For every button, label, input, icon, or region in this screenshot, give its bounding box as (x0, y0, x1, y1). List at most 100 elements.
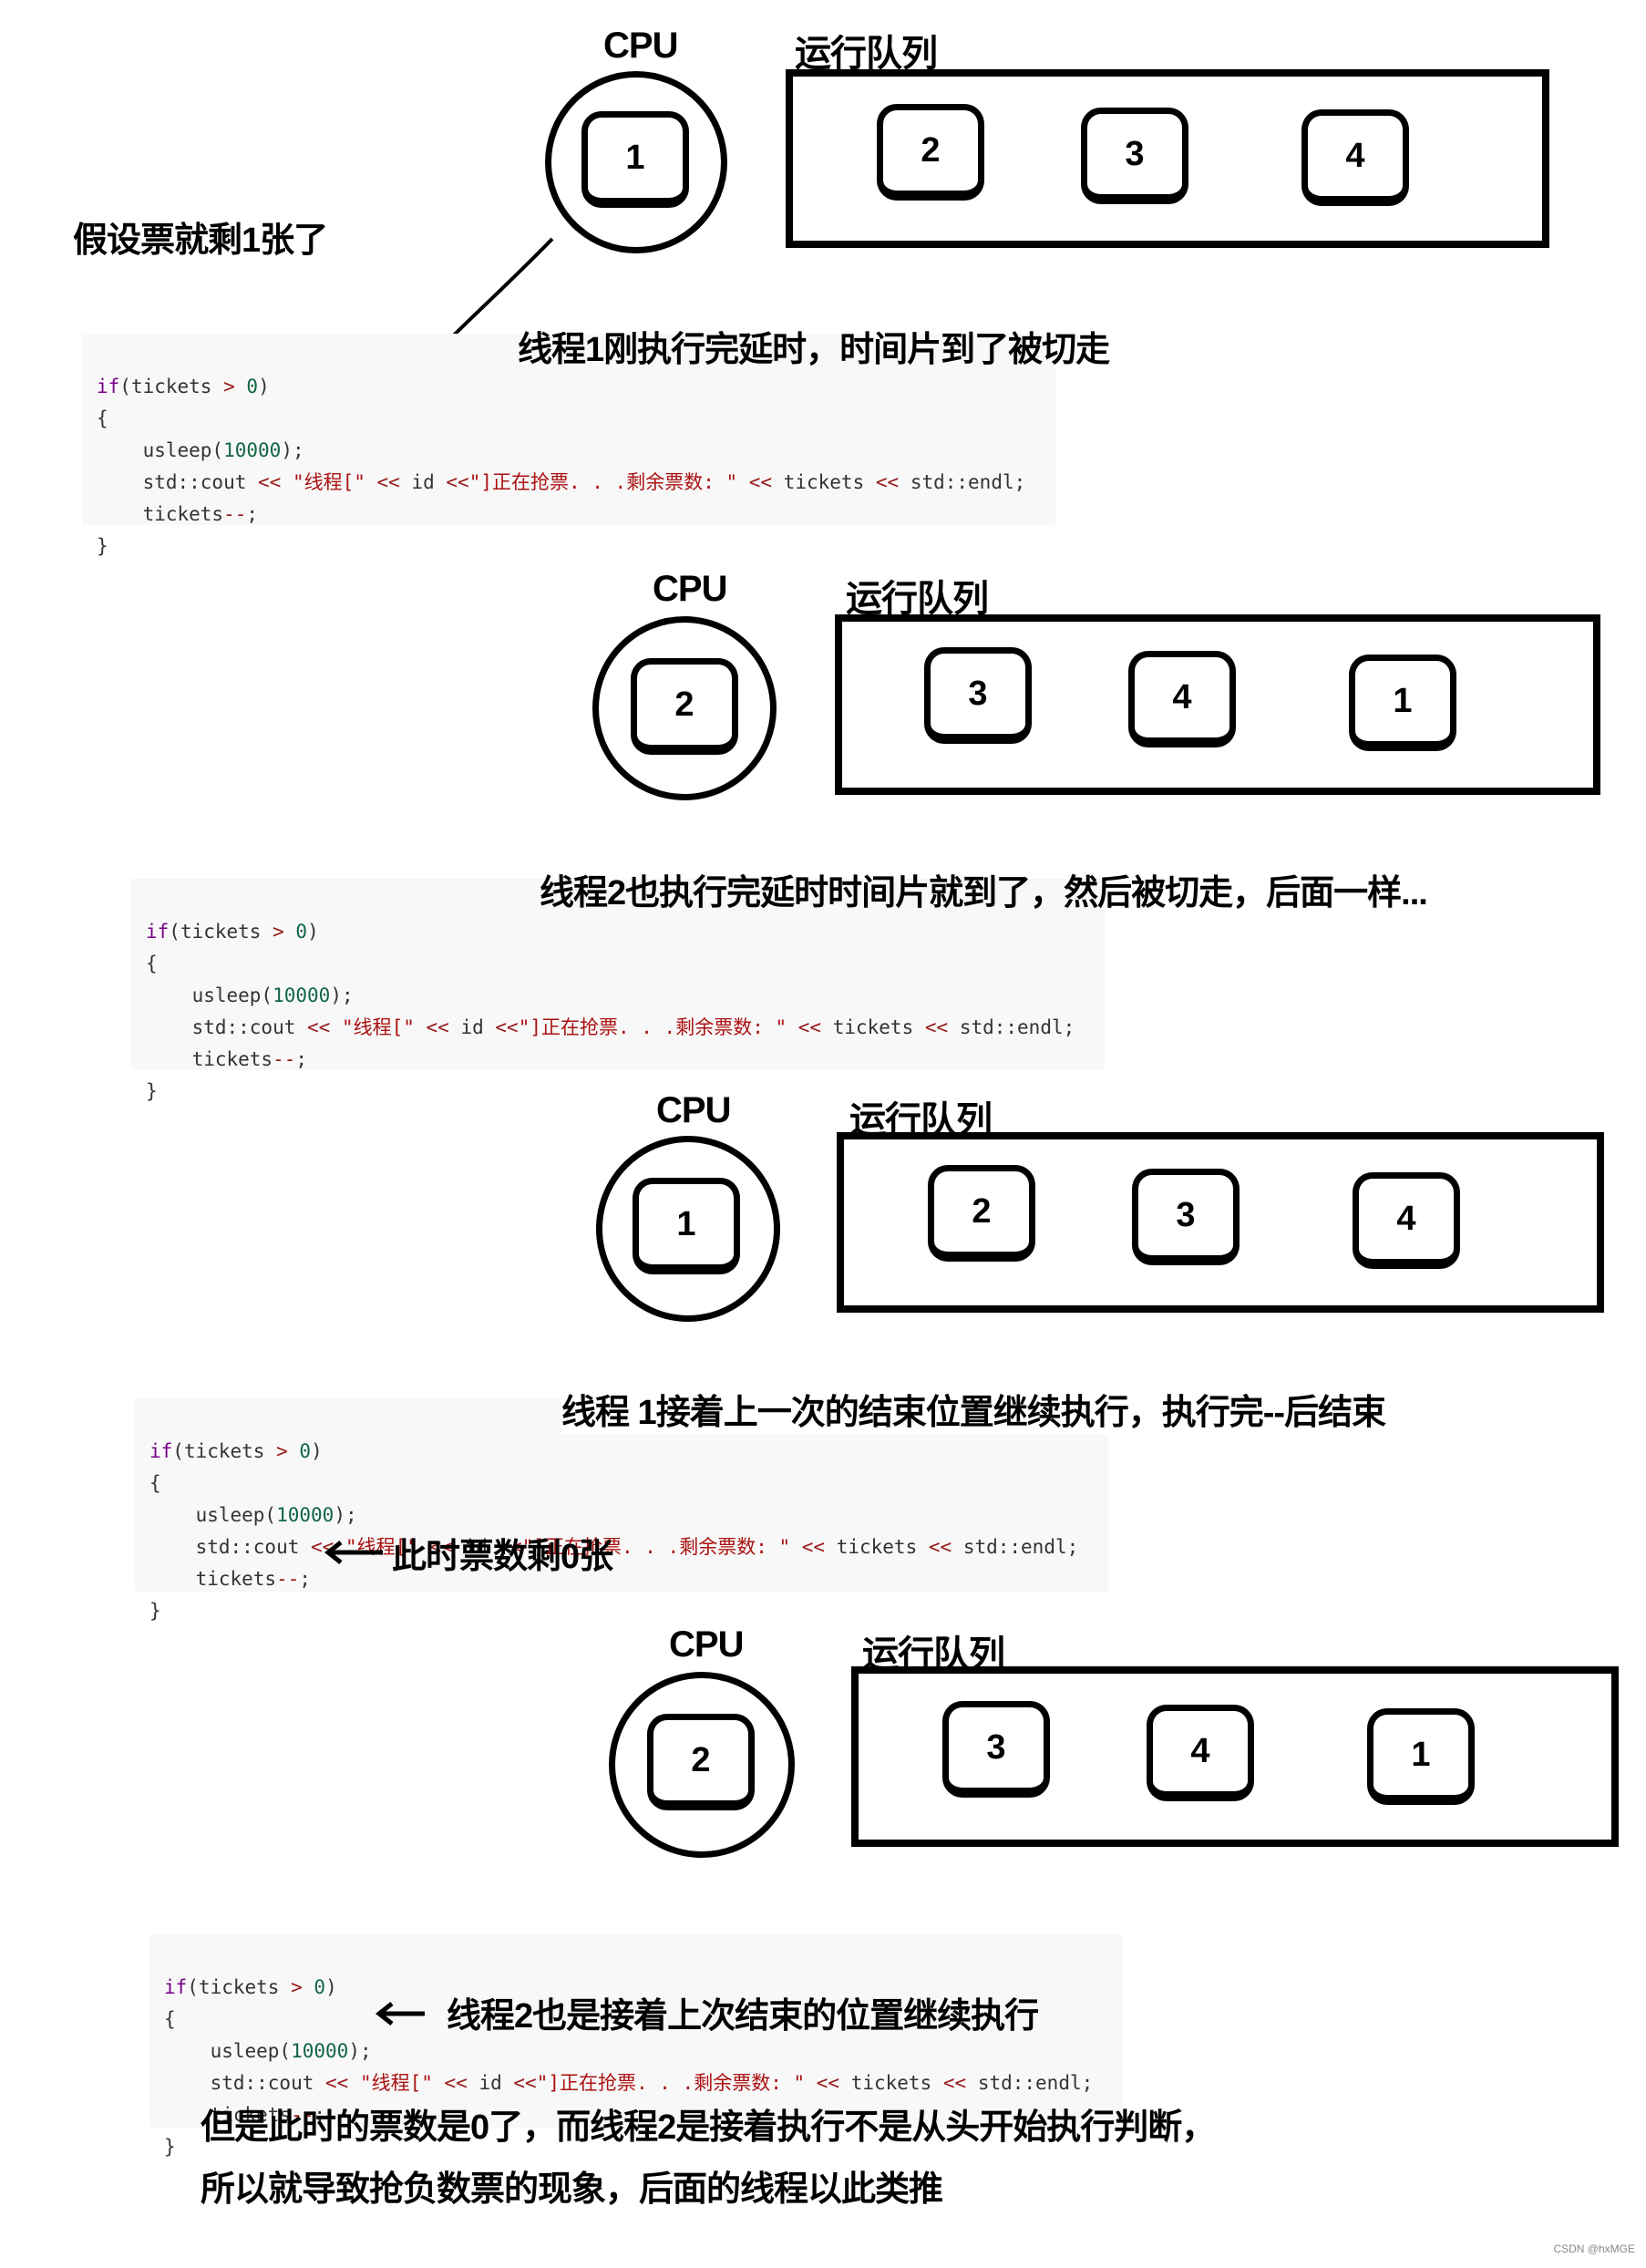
code-token: << (816, 2072, 840, 2094)
code-token: { (164, 2008, 176, 2030)
cpu-label: CPU (653, 569, 727, 609)
code-token: -- (223, 503, 247, 525)
code-token: tickets (839, 2072, 943, 2094)
code-token: << (325, 2072, 349, 2094)
code-token: (tickets (172, 1440, 277, 1462)
code-token: id (467, 2072, 514, 2094)
code-token: 10000 (276, 1504, 334, 1526)
inline-note: 线程2也是接着上次结束的位置继续执行 (447, 1997, 1039, 2036)
code-token: std::endl; (952, 1536, 1079, 1558)
code-token: ); (330, 985, 354, 1006)
code-token: if (149, 1440, 173, 1462)
code-token: usleep( (191, 985, 273, 1006)
code-token: ); (281, 439, 304, 461)
queue-thread-box: 4 (1147, 1705, 1254, 1801)
code-token: (tickets (119, 376, 224, 397)
queue-thread-box: 4 (1353, 1172, 1460, 1269)
code-token: "线程[" (348, 2072, 445, 2094)
code-token: tickets (825, 1536, 929, 1558)
code-token: (tickets (169, 921, 273, 943)
code-token: -- (276, 1568, 300, 1590)
code-token: if (97, 376, 120, 397)
code-token: { (146, 953, 158, 974)
code-token: 0 (299, 1440, 312, 1462)
code-token: > (223, 376, 235, 397)
code-token: std::endl; (899, 471, 1026, 493)
code-token: > (273, 921, 284, 943)
queue-thread-box: 2 (928, 1165, 1035, 1262)
queue-thread-box: 3 (942, 1701, 1050, 1798)
code-token: usleep( (210, 2040, 292, 2062)
code-token: << (748, 471, 773, 493)
code-token: "]正在抢票. . .剩余票数: " (468, 471, 749, 493)
code-token: -- (273, 1048, 296, 1070)
code-token: usleep( (142, 439, 224, 461)
code-token: "线程[" (281, 471, 377, 493)
code-token: << (924, 1016, 949, 1038)
code-token: ; (299, 1568, 312, 1590)
code-token: << (797, 1016, 822, 1038)
code-token: ); (334, 1504, 357, 1526)
code-token: "线程[" (330, 1016, 427, 1038)
queue-thread-box: 1 (1349, 655, 1456, 751)
code-token: } (146, 1080, 158, 1102)
code-token: << (875, 471, 900, 493)
cpu-thread-box: 2 (631, 658, 738, 755)
code-token: ; (295, 1048, 308, 1070)
code-token: tickets (195, 1568, 277, 1590)
code-token: << (258, 471, 282, 493)
code-token: id (399, 471, 447, 493)
code-token: 10000 (273, 985, 331, 1006)
queue-thread-box: 1 (1367, 1708, 1475, 1805)
code-token: ); (348, 2040, 372, 2062)
step-caption: 线程2也执行完延时时间片就到了，然后被切走，后面一样... (540, 874, 1428, 912)
code-token: std::cout (191, 1016, 308, 1038)
code-token: 0 (314, 1976, 326, 1998)
code-token: << (495, 1016, 519, 1038)
inline-note: 此时票数剩0张 (392, 1538, 613, 1576)
code-token: } (149, 1600, 161, 1622)
code-token: { (97, 407, 108, 429)
queue-thread-box: 3 (1132, 1169, 1240, 1265)
code-token: tickets (191, 1048, 273, 1070)
code-token: } (164, 2136, 176, 2158)
code-token: std::endl; (966, 2072, 1094, 2094)
code-token: std::cout (195, 1536, 312, 1558)
step-caption: 线程 1接着上一次的结束位置继续执行，执行完--后结束 (561, 1384, 1386, 1434)
code-token: usleep( (195, 1504, 277, 1526)
code-token: if (146, 921, 170, 943)
code-token: << (942, 2072, 967, 2094)
code-token: { (149, 1472, 161, 1494)
code-token: std::cout (210, 2072, 326, 2094)
step-caption: 线程1刚执行完延时，时间片到了被切走 (518, 331, 1110, 369)
left-arrow-icon (375, 2002, 425, 2026)
code-token: tickets (142, 503, 224, 525)
code-token: ) (258, 376, 270, 397)
code-token: ; (246, 503, 259, 525)
watermark: CSDN @hxMGE (1553, 2242, 1635, 2255)
cpu-thread-box: 1 (633, 1178, 740, 1274)
code-token: tickets (821, 1016, 925, 1038)
cpu-label: CPU (656, 1090, 731, 1130)
code-token: std::cout (142, 471, 259, 493)
code-token: > (276, 1440, 288, 1462)
code-token: > (291, 1976, 303, 1998)
code-token: << (801, 1536, 826, 1558)
code-token: "]正在抢票. . .剩余票数: " (518, 1016, 798, 1038)
queue-thread-box: 3 (924, 647, 1032, 744)
code-token: "]正在抢票. . .剩余票数: " (536, 2072, 817, 2094)
code-token: << (444, 2072, 468, 2094)
code-token: ) (325, 1976, 337, 1998)
code-token: id (448, 1016, 496, 1038)
cpu-thread-box: 2 (647, 1714, 755, 1810)
conclusion-line-2: 所以就导致抢负数票的现象，后面的线程以此类推 (201, 2170, 943, 2209)
code-token: } (97, 535, 108, 557)
code-token: << (307, 1016, 331, 1038)
code-token: 10000 (291, 2040, 349, 2062)
code-token: ) (307, 921, 319, 943)
code-token: << (426, 1016, 449, 1038)
code-token: << (513, 2072, 537, 2094)
